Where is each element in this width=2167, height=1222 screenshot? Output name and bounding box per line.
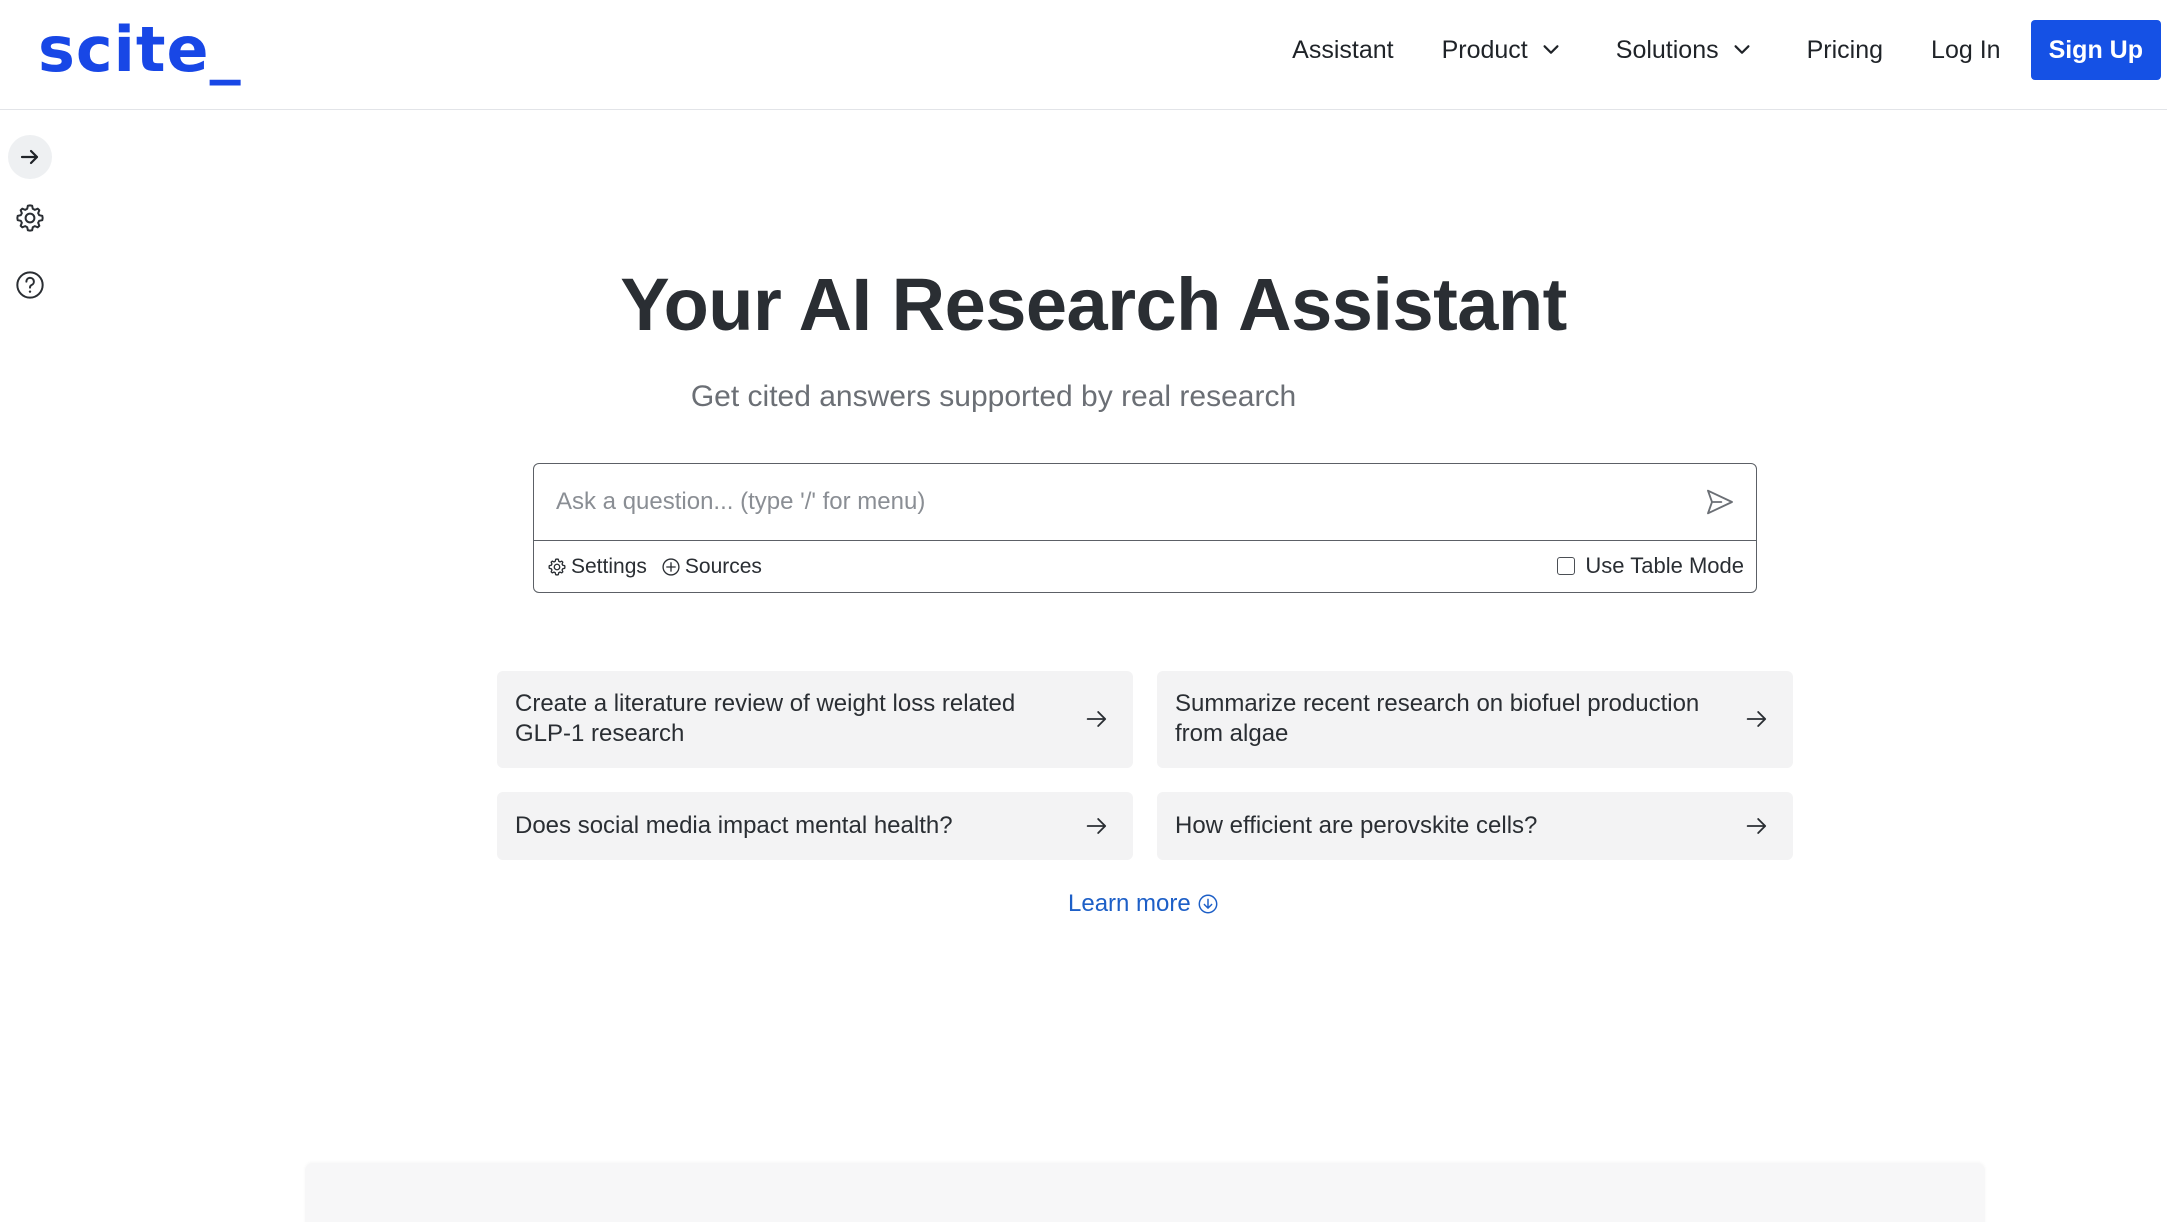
table-mode-toggle[interactable]: Use Table Mode: [1557, 553, 1744, 579]
suggestion-card[interactable]: Does social media impact mental health?: [497, 792, 1133, 860]
learn-more-label: Learn more: [1068, 890, 1191, 917]
learn-more-link[interactable]: Learn more: [1068, 890, 1219, 918]
nav-solutions[interactable]: Solutions: [1616, 36, 1753, 65]
top-header: scite_ Assistant Product Solutions Prici…: [0, 0, 2167, 110]
suggestion-card[interactable]: How efficient are perovskite cells?: [1157, 792, 1793, 860]
nav-assistant[interactable]: Assistant: [1292, 36, 1393, 65]
gear-icon: [548, 557, 566, 576]
nav-product[interactable]: Product: [1442, 36, 1562, 65]
nav-solutions-label: Solutions: [1615, 35, 1719, 64]
table-mode-checkbox[interactable]: [1557, 557, 1576, 575]
sources-button[interactable]: Sources: [661, 555, 762, 579]
nav-product-label: Product: [1441, 35, 1528, 64]
question-input[interactable]: [556, 482, 1676, 522]
suggestion-text: Does social media impact mental health?: [515, 812, 953, 839]
suggestion-text: Create a literature review of weight los…: [515, 690, 1016, 747]
sidebar-settings-button[interactable]: [8, 196, 52, 240]
nav-pricing[interactable]: Pricing: [1807, 36, 1883, 65]
signup-button[interactable]: Sign Up: [2030, 20, 2161, 80]
question-box: Settings Sources Use Table Mode: [533, 463, 1757, 593]
send-button[interactable]: [1702, 484, 1738, 520]
question-toolbar: Settings Sources Use Table Mode: [534, 541, 1756, 592]
settings-label: Settings: [571, 554, 647, 578]
main-nav: Assistant Product Solutions Pricing Log …: [1292, 20, 2161, 80]
arrow-right-icon: [1086, 818, 1107, 834]
arrow-right-icon: [1746, 818, 1767, 834]
chevron-down-icon: [1734, 45, 1750, 54]
suggestion-card[interactable]: Create a literature review of weight los…: [497, 671, 1133, 768]
arrow-right-icon: [1086, 711, 1107, 727]
arrow-right-icon: [20, 149, 39, 165]
chevron-down-icon: [1543, 45, 1559, 54]
question-input-row: [534, 464, 1756, 541]
page-subtitle: Get cited answers supported by real rese…: [690, 380, 1297, 413]
page-title: Your AI Research Assistant: [620, 263, 1567, 346]
plus-circle-icon: [662, 557, 680, 576]
login-link[interactable]: Log In: [1931, 36, 2001, 65]
settings-button[interactable]: Settings: [547, 555, 647, 579]
arrow-right-icon: [1746, 711, 1767, 727]
suggestion-text: Summarize recent research on biofuel pro…: [1175, 690, 1700, 747]
table-mode-label: Use Table Mode: [1585, 553, 1744, 578]
sidebar-expand-button[interactable]: [8, 135, 52, 179]
gear-icon: [16, 204, 44, 232]
scite-logo[interactable]: scite_: [38, 14, 242, 86]
sources-label: Sources: [684, 554, 762, 578]
suggestion-text: How efficient are perovskite cells?: [1175, 812, 1538, 839]
send-icon: [1707, 489, 1733, 515]
content-panel: [305, 1163, 1985, 1222]
arrow-down-circle-icon: [1198, 894, 1218, 914]
suggestion-card[interactable]: Summarize recent research on biofuel pro…: [1157, 671, 1793, 768]
